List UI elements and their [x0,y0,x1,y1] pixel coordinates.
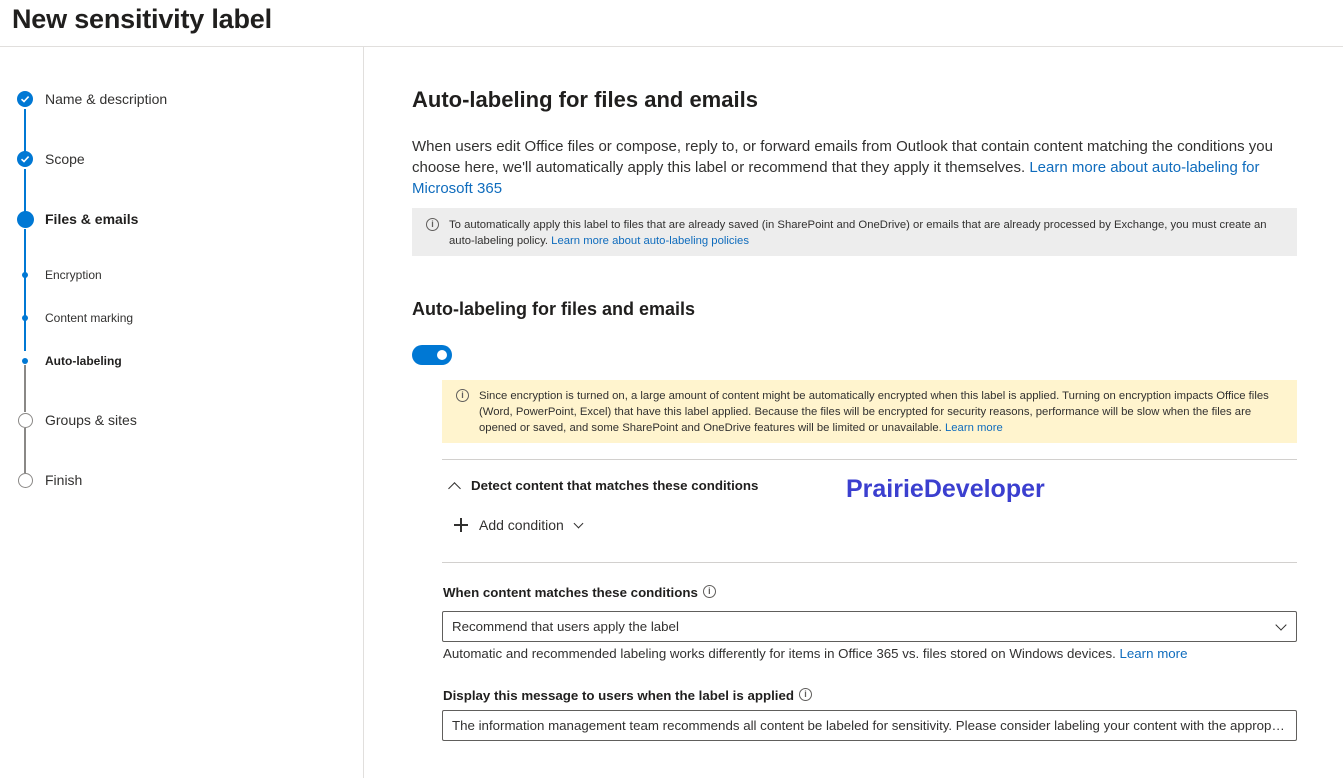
substep-dot-icon [16,266,34,284]
step-name-description[interactable]: Name & description [45,91,167,107]
helper-text: Automatic and recommended labeling works… [443,646,1188,661]
stepper-connector [24,365,26,412]
info-banner-text: To automatically apply this label to fil… [449,219,1267,247]
learn-more-policies-link[interactable]: Learn more about auto-labeling policies [551,235,749,247]
wizard-stepper: Name & description Scope Files & emails … [0,47,363,778]
when-conditions-label: When content matches these conditions i [443,585,716,600]
stepper-connector [24,169,26,215]
chevron-down-icon [573,518,584,528]
chevron-down-icon [1275,619,1287,631]
display-message-input[interactable]: The information management team recommen… [442,710,1297,741]
plus-icon [454,518,468,532]
page-title: New sensitivity label [12,4,272,34]
info-icon: i [426,218,439,231]
divider [442,562,1297,563]
auto-labeling-toggle[interactable] [412,345,452,365]
substep-auto-labeling[interactable]: Auto-labeling [45,354,122,368]
add-condition-button[interactable]: Add condition [454,517,584,533]
warning-banner-yellow: i Since encryption is turned on, a large… [442,380,1297,443]
section-title: Auto-labeling for files and emails [412,87,758,112]
substep-content-marking[interactable]: Content marking [45,311,133,325]
step-done-icon [16,90,34,108]
chevron-up-icon [448,481,461,495]
info-icon[interactable]: i [702,585,716,598]
step-current-icon [16,210,34,228]
step-scope[interactable]: Scope [45,151,85,167]
step-done-icon [16,150,34,168]
watermark-text: PrairieDeveloper [846,475,1045,503]
divider [442,459,1297,460]
toggle-knob [437,350,447,360]
info-banner-gray: i To automatically apply this label to f… [412,208,1297,256]
substep-encryption[interactable]: Encryption [45,268,102,282]
step-finish[interactable]: Finish [45,472,82,488]
step-groups-sites[interactable]: Groups & sites [45,412,137,428]
detect-conditions-header[interactable]: Detect content that matches these condit… [448,478,758,495]
info-icon[interactable]: i [799,688,813,701]
learn-more-encryption-link[interactable]: Learn more [945,422,1003,434]
when-conditions-dropdown[interactable]: Recommend that users apply the label [442,611,1297,642]
display-message-label: Display this message to users when the l… [443,688,813,703]
step-files-emails[interactable]: Files & emails [45,211,138,227]
step-todo-icon [16,471,34,489]
sidebar-divider [363,47,364,778]
stepper-connector [24,428,26,473]
info-icon: i [456,389,469,402]
step-todo-icon [16,411,34,429]
stepper-connector [24,229,26,351]
learn-more-labeling-link[interactable]: Learn more [1120,646,1188,661]
substep-dot-icon [16,352,34,370]
substep-dot-icon [16,309,34,327]
subsection-title: Auto-labeling for files and emails [412,299,696,319]
intro-paragraph: When users edit Office files or compose,… [412,136,1282,199]
warning-banner-text: Since encryption is turned on, a large a… [479,390,1269,434]
stepper-connector [24,109,26,155]
